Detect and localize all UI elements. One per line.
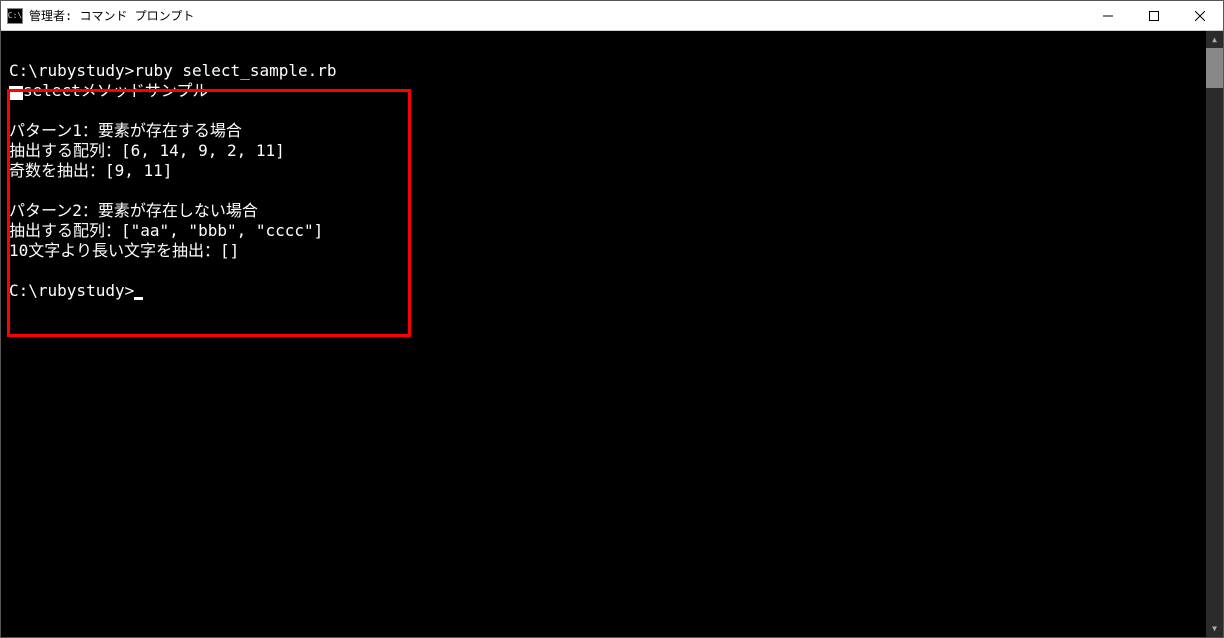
minimize-icon xyxy=(1103,11,1113,21)
output-line: 抽出する配列：["aa", "bbb", "cccc"] xyxy=(9,221,323,240)
cmd-window: C:\ 管理者: コマンド プロンプト C:\rubystudy>ruby se… xyxy=(0,0,1224,638)
maximize-button[interactable] xyxy=(1131,1,1177,30)
output-line: 10文字より長い文字を抽出：[] xyxy=(9,241,239,260)
minimize-button[interactable] xyxy=(1085,1,1131,30)
scroll-thumb[interactable] xyxy=(1206,48,1223,88)
cursor xyxy=(134,297,143,300)
output-line: パターン2：要素が存在しない場合 xyxy=(9,201,258,220)
terminal-output: C:\rubystudy>ruby select_sample.rb selec… xyxy=(9,61,1205,301)
scroll-up-arrow-icon[interactable]: ▲ xyxy=(1206,31,1223,48)
maximize-icon xyxy=(1149,11,1159,21)
output-line: selectメソッドサンプル xyxy=(23,81,208,100)
prompt-line: C:\rubystudy> xyxy=(9,281,134,300)
output-line: C:\rubystudy>ruby select_sample.rb xyxy=(9,61,337,80)
vertical-scrollbar[interactable]: ▲ ▼ xyxy=(1206,31,1223,637)
scroll-down-arrow-icon[interactable]: ▼ xyxy=(1206,620,1223,637)
output-line: パターン1：要素が存在する場合 xyxy=(9,121,242,140)
block-marker xyxy=(9,86,23,100)
window-title: 管理者: コマンド プロンプト xyxy=(29,7,1085,24)
output-line: 奇数を抽出：[9, 11] xyxy=(9,161,172,180)
cmd-icon: C:\ xyxy=(7,8,23,24)
window-controls xyxy=(1085,1,1223,30)
output-line: 抽出する配列：[6, 14, 9, 2, 11] xyxy=(9,141,285,160)
close-button[interactable] xyxy=(1177,1,1223,30)
titlebar: C:\ 管理者: コマンド プロンプト xyxy=(1,1,1223,31)
terminal-area[interactable]: C:\rubystudy>ruby select_sample.rb selec… xyxy=(1,31,1223,637)
close-icon xyxy=(1195,11,1205,21)
